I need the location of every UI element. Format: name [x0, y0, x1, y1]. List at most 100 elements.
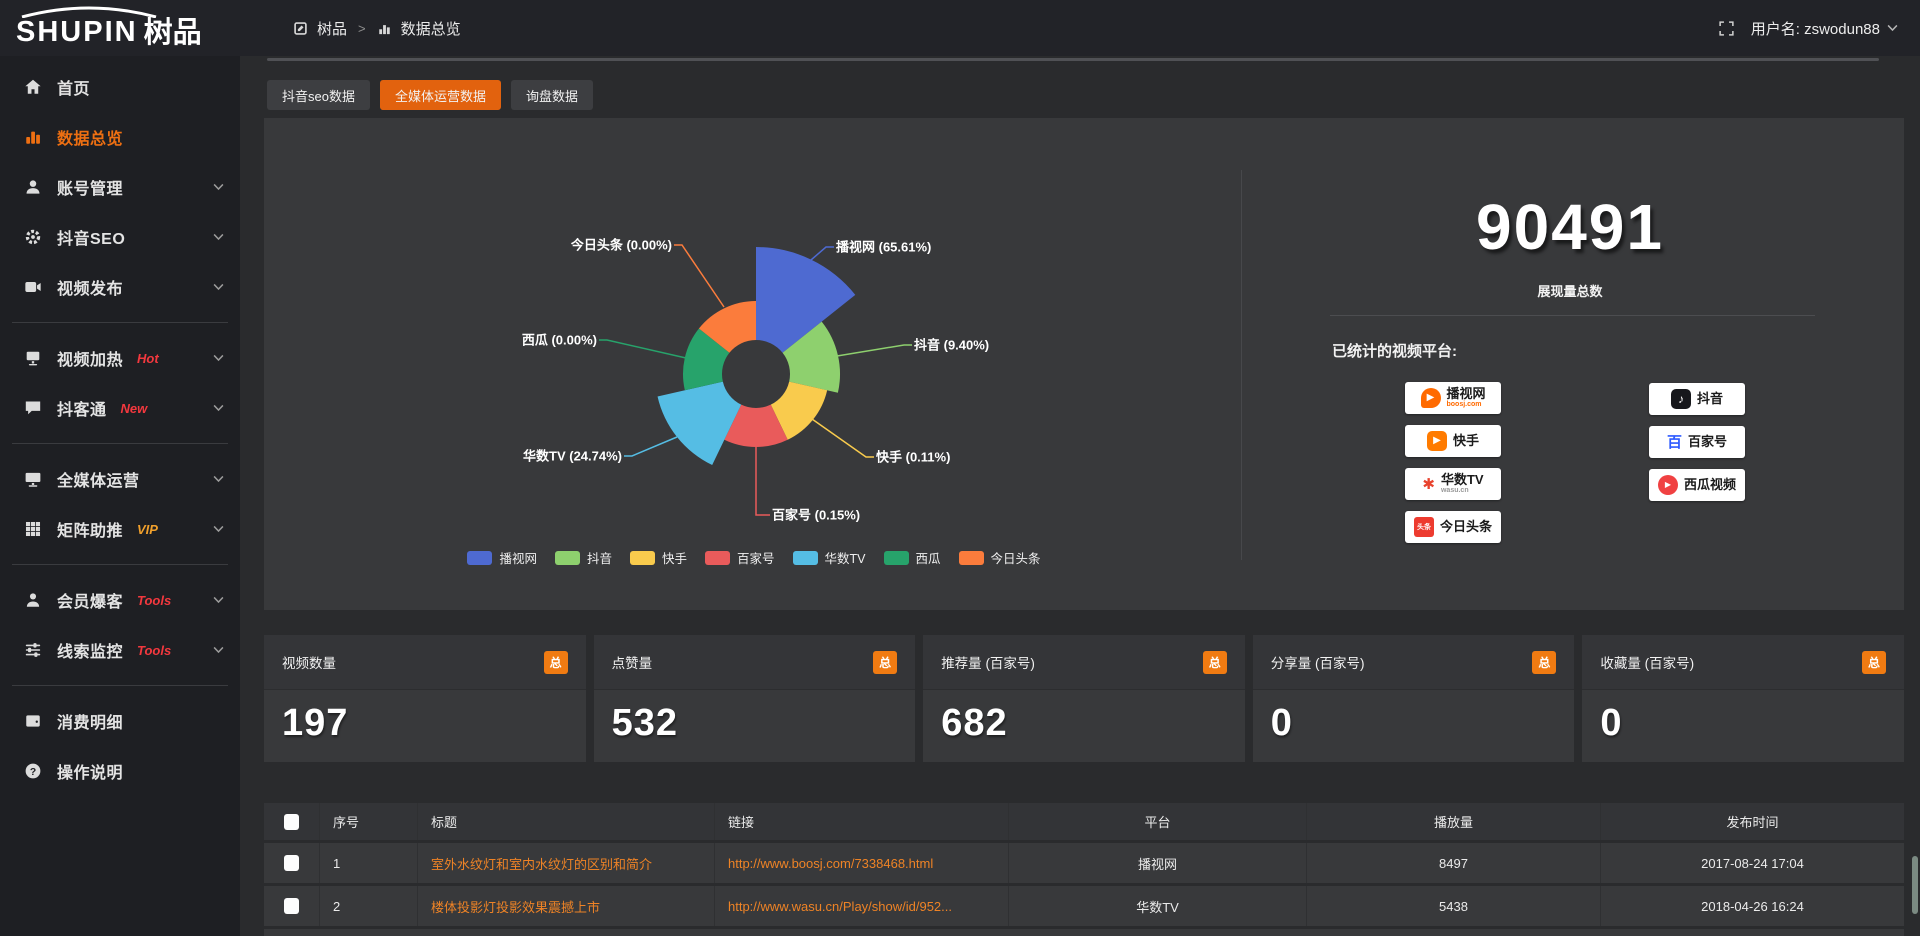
legend-item-百家号[interactable]: 百家号 — [705, 548, 775, 567]
impressions-total-label: 展现量总数 — [1370, 281, 1770, 300]
legend-label: 抖音 — [587, 548, 612, 567]
video-title-link[interactable]: 室外水纹灯和室内水纹灯的区别和简介 — [431, 854, 652, 873]
stat-card-header: 视频数量总 — [264, 635, 586, 690]
sidebar-item-label: 抖客通 — [57, 396, 107, 420]
boosj-logo-icon: ▶ — [1421, 388, 1441, 408]
horizontal-scrollbar[interactable] — [267, 58, 1879, 61]
legend-item-播视网[interactable]: 播视网 — [467, 548, 537, 567]
video-url-link[interactable]: http://www.wasu.cn/Play/show/id/952... — [728, 899, 952, 914]
legend-item-快手[interactable]: 快手 — [630, 548, 687, 567]
pie-label-line — [812, 419, 874, 457]
sidebar-item-sliders[interactable]: 线索监控 Tools — [0, 625, 240, 675]
tab-1[interactable]: 抖音seo数据 — [267, 80, 370, 110]
stat-card-4: 分享量 (百家号)总0 — [1253, 635, 1575, 762]
sidebar-divider — [12, 443, 228, 444]
vertical-scrollbar-thumb[interactable] — [1912, 856, 1918, 914]
legend-item-今日头条[interactable]: 今日头条 — [959, 548, 1041, 567]
pie-slice-华数TV[interactable] — [658, 382, 742, 465]
sidebar-item-tag: Hot — [137, 351, 159, 366]
legend-swatch — [630, 551, 655, 565]
panel-divider — [1241, 170, 1242, 560]
pie-label: 播视网 (65.61%) — [836, 240, 931, 255]
tab-3[interactable]: 询盘数据 — [511, 80, 593, 110]
row-checkbox[interactable] — [284, 855, 299, 871]
sidebar-divider — [12, 322, 228, 323]
sidebar-item-label: 消费明细 — [57, 709, 123, 733]
chevron-down-icon — [213, 354, 224, 362]
video-title-link[interactable]: 楼体投影灯投影效果震撼上市 — [431, 897, 600, 916]
legend-item-抖音[interactable]: 抖音 — [555, 548, 612, 567]
sidebar-item-question[interactable]: ?操作说明 — [0, 746, 240, 796]
question-icon: ? — [24, 762, 42, 780]
column-header: 播放量 — [1307, 803, 1601, 840]
sidebar-item-gear[interactable]: 抖音SEO — [0, 212, 240, 262]
stat-card-value: 532 — [594, 690, 916, 745]
platform-name: 抖音 — [1697, 392, 1723, 406]
legend-swatch — [959, 551, 984, 565]
stat-card-title: 分享量 (百家号) — [1271, 652, 1365, 672]
platform-name: 华数TV — [1441, 473, 1484, 487]
tab-2[interactable]: 全媒体运营数据 — [380, 80, 501, 110]
sidebar-item-wallet[interactable]: 消费明细 — [0, 696, 240, 746]
header-checkbox-cell — [264, 803, 320, 840]
cell-title: 楼体投影灯投影效果震撼上市 — [418, 886, 715, 926]
sidebar-item-tag: Tools — [137, 643, 171, 658]
dashboard-page: SHUPIN 树品 树品 > 数据总览 用户名: zswodun88 首页数据总… — [0, 0, 1920, 936]
legend-item-华数TV[interactable]: 华数TV — [793, 548, 866, 567]
bar-chart-icon — [377, 21, 392, 36]
chevron-down-icon — [213, 475, 224, 483]
pie-label-line — [624, 437, 677, 456]
pie-label: 快手 (0.11%) — [876, 450, 950, 465]
platform-badges-left: ▶播视网boosj.com▶快手✱华数TVwasu.cn头条今日头条 — [1405, 382, 1501, 543]
stat-card-3: 推荐量 (百家号)总682 — [923, 635, 1245, 762]
total-badge: 总 — [544, 651, 568, 674]
legend-swatch — [884, 551, 909, 565]
sidebar-item-member[interactable]: 会员爆客Tools — [0, 575, 240, 625]
cell-platform: 华数TV — [1009, 886, 1307, 926]
breadcrumb-current[interactable]: 数据总览 — [401, 18, 461, 39]
stat-card-1: 视频数量总197 — [264, 635, 586, 762]
sidebar-item-chart[interactable]: 数据总览 — [0, 112, 240, 162]
sidebar: 首页数据总览账号管理抖音SEO 视频发布视频加热Hot抖客通New 全媒体运营矩阵助… — [0, 56, 240, 936]
sidebar-item-chat[interactable]: 抖客通New — [0, 383, 240, 433]
logo-text-en: SHUPIN — [16, 8, 138, 49]
platform-name: 百家号 — [1688, 435, 1727, 449]
pie-label-line — [811, 247, 834, 260]
platform-badge-baijiahao: 百百家号 — [1649, 426, 1745, 458]
select-all-checkbox[interactable] — [284, 814, 299, 830]
breadcrumb-root[interactable]: 树品 — [317, 18, 347, 39]
stat-card-header: 收藏量 (百家号)总 — [1582, 635, 1904, 690]
sidebar-item-monitor[interactable]: 全媒体运营 — [0, 454, 240, 504]
video-url-link[interactable]: http://www.boosj.com/7338468.html — [728, 856, 933, 871]
chevron-down-icon — [213, 183, 224, 191]
platform-badge-boosj: ▶播视网boosj.com — [1405, 382, 1501, 414]
user-menu[interactable]: 用户名: zswodun88 — [1751, 18, 1898, 39]
pie-label-line — [756, 446, 770, 515]
home-icon — [24, 78, 42, 96]
sidebar-item-label: 视频发布 — [57, 275, 123, 299]
sidebar-item-grid[interactable]: 矩阵助推VIP — [0, 504, 240, 554]
sidebar-item-home[interactable]: 首页 — [0, 62, 240, 112]
impressions-total-value: 90491 — [1370, 190, 1770, 264]
videos-table: 序号标题链接平台播放量发布时间1室外水纹灯和室内水纹灯的区别和简介http://… — [264, 803, 1904, 936]
sidebar-item-label: 全媒体运营 — [57, 467, 140, 491]
pie-label: 百家号 (0.15%) — [772, 508, 860, 523]
sidebar-item-user[interactable]: 账号管理 — [0, 162, 240, 212]
table-header-row: 序号标题链接平台播放量发布时间 — [264, 803, 1904, 840]
grid-icon — [24, 520, 42, 538]
cell-publish-time: 2018-04-26 16:24 — [1601, 886, 1904, 926]
pie-label: 抖音 (9.40%) — [914, 338, 989, 353]
cell-url: http://www.wasu.cn/Play/show/id/952... — [715, 886, 1009, 926]
sidebar-item-screen[interactable]: 视频加热Hot — [0, 333, 240, 383]
cell-plays: 8497 — [1307, 843, 1601, 883]
row-checkbox[interactable] — [284, 898, 299, 914]
sidebar-item-label: 线索监控 — [57, 638, 123, 662]
fullscreen-icon[interactable] — [1718, 20, 1735, 37]
sidebar-item-tag: VIP — [137, 522, 158, 537]
douyin-logo-icon: ♪ — [1671, 389, 1691, 409]
total-badge: 总 — [1203, 651, 1227, 674]
sidebar-item-video[interactable]: 视频发布 — [0, 262, 240, 312]
gear-icon — [24, 228, 42, 246]
legend-item-西瓜[interactable]: 西瓜 — [884, 548, 941, 567]
stat-card-header: 推荐量 (百家号)总 — [923, 635, 1245, 690]
